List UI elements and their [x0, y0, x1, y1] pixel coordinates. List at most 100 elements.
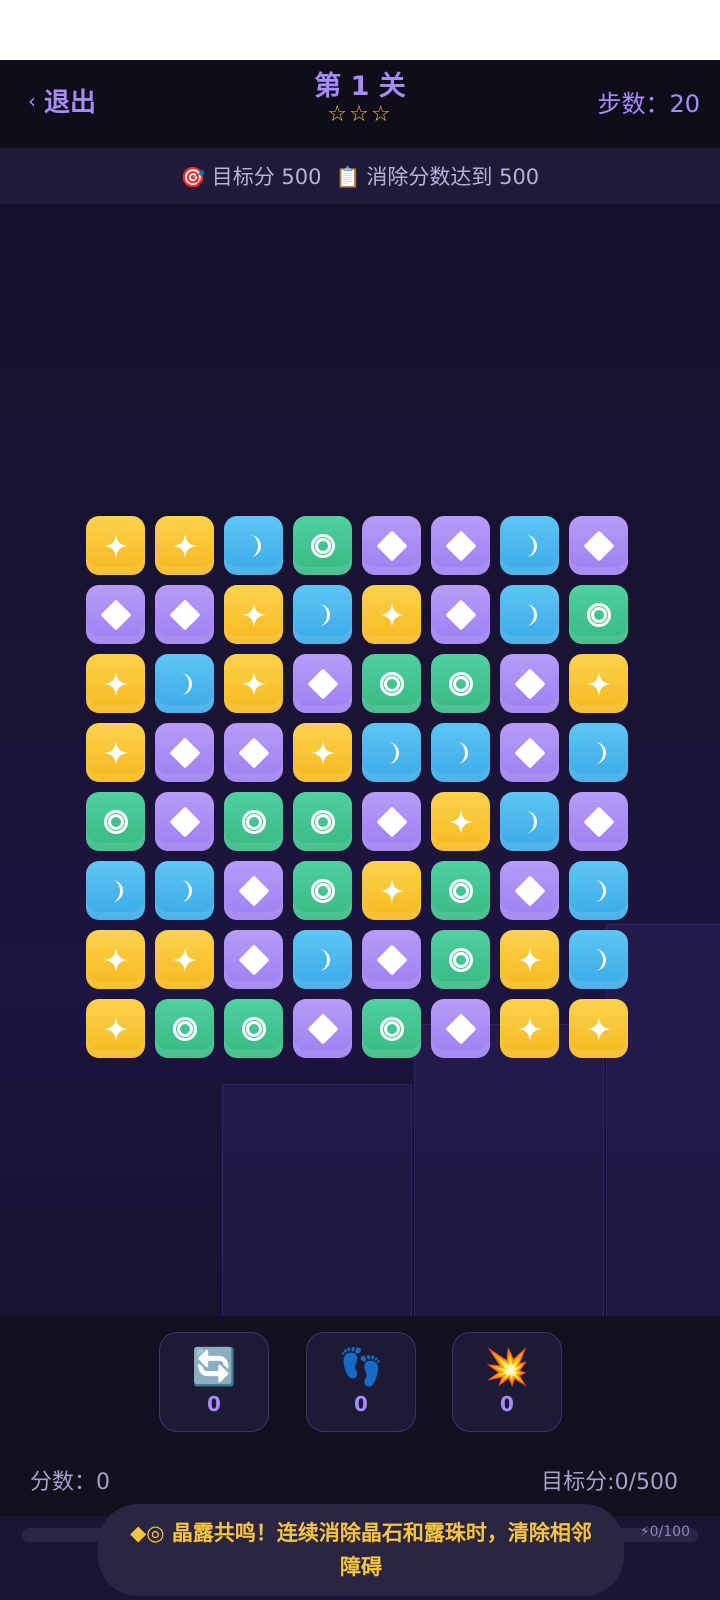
- gem-tile-moon[interactable]: [155, 861, 214, 920]
- diamond-icon: [306, 667, 339, 700]
- gem-tile-ring[interactable]: [293, 792, 352, 851]
- diamond-icon: [582, 529, 615, 562]
- gem-tile-diamond[interactable]: [431, 999, 490, 1058]
- moon-icon: [587, 878, 611, 904]
- gem-tile-star[interactable]: [86, 999, 145, 1058]
- gem-tile-moon[interactable]: [224, 516, 283, 575]
- ring-icon: [310, 533, 335, 558]
- gem-tile-star[interactable]: [569, 999, 628, 1058]
- background-building: [222, 1084, 412, 1316]
- gem-tile-moon[interactable]: [431, 723, 490, 782]
- gem-tile-diamond[interactable]: [362, 516, 421, 575]
- gem-tile-diamond[interactable]: [293, 999, 352, 1058]
- steps-counter: 步数：20: [597, 90, 700, 118]
- gem-tile-moon[interactable]: [293, 585, 352, 644]
- gem-tile-moon[interactable]: [569, 930, 628, 989]
- tool-bomb-button[interactable]: 💥 0: [452, 1332, 562, 1432]
- gem-tile-star[interactable]: [86, 654, 145, 713]
- diamond-icon: [99, 598, 132, 631]
- gem-tile-star[interactable]: [86, 723, 145, 782]
- ring-icon: [310, 878, 335, 903]
- diamond-icon: [513, 667, 546, 700]
- diamond-icon: [306, 1012, 339, 1045]
- diamond-icon: [582, 805, 615, 838]
- goal-task-text: 消除分数达到 500: [366, 165, 540, 189]
- gem-tile-star[interactable]: [500, 930, 559, 989]
- gem-tile-ring[interactable]: [155, 999, 214, 1058]
- gem-tile-diamond[interactable]: [155, 792, 214, 851]
- gem-tile-diamond[interactable]: [155, 585, 214, 644]
- gem-tile-moon[interactable]: [500, 585, 559, 644]
- sparkle-icon: [310, 740, 336, 766]
- gem-tile-star[interactable]: [431, 792, 490, 851]
- sparkle-icon: [103, 1016, 129, 1042]
- gem-tile-moon[interactable]: [155, 654, 214, 713]
- gem-tile-diamond[interactable]: [500, 654, 559, 713]
- gem-tile-diamond[interactable]: [500, 723, 559, 782]
- sparkle-icon: [241, 602, 267, 628]
- gem-tile-moon[interactable]: [86, 861, 145, 920]
- goal-task: 📋 消除分数达到 500: [336, 161, 540, 191]
- gem-tile-diamond[interactable]: [155, 723, 214, 782]
- diamond-icon: [237, 736, 270, 769]
- moon-icon: [518, 602, 542, 628]
- gem-tile-diamond[interactable]: [569, 516, 628, 575]
- moon-icon: [518, 809, 542, 835]
- gem-tile-star[interactable]: [293, 723, 352, 782]
- gem-tile-diamond[interactable]: [86, 585, 145, 644]
- diamond-icon: [168, 736, 201, 769]
- gem-tile-moon[interactable]: [500, 516, 559, 575]
- gem-tile-ring[interactable]: [431, 654, 490, 713]
- sparkle-icon: [379, 878, 405, 904]
- diamond-icon: [168, 598, 201, 631]
- tool-count: 0: [500, 1392, 514, 1416]
- gem-tile-moon[interactable]: [569, 861, 628, 920]
- moon-icon: [173, 671, 197, 697]
- gem-tile-diamond[interactable]: [500, 861, 559, 920]
- gem-tile-ring[interactable]: [293, 861, 352, 920]
- gem-tile-ring[interactable]: [224, 999, 283, 1058]
- gem-tile-ring[interactable]: [431, 930, 490, 989]
- gem-tile-star[interactable]: [362, 861, 421, 920]
- gem-tile-moon[interactable]: [569, 723, 628, 782]
- gem-tile-star[interactable]: [86, 930, 145, 989]
- gem-tile-star[interactable]: [155, 930, 214, 989]
- sparkle-icon: [103, 947, 129, 973]
- gem-tile-moon[interactable]: [362, 723, 421, 782]
- gem-tile-diamond[interactable]: [362, 930, 421, 989]
- gem-tile-star[interactable]: [362, 585, 421, 644]
- gem-tile-diamond[interactable]: [431, 585, 490, 644]
- diamond-icon: [237, 943, 270, 976]
- gem-tile-star[interactable]: [155, 516, 214, 575]
- gem-tile-diamond[interactable]: [569, 792, 628, 851]
- tool-steps-button[interactable]: 👣 0: [306, 1332, 416, 1432]
- gem-tile-ring[interactable]: [569, 585, 628, 644]
- gem-tile-star[interactable]: [224, 585, 283, 644]
- gem-tile-ring[interactable]: [431, 861, 490, 920]
- gem-tile-ring[interactable]: [86, 792, 145, 851]
- gem-tile-diamond[interactable]: [224, 930, 283, 989]
- gem-tile-diamond[interactable]: [293, 654, 352, 713]
- diamond-icon: [444, 529, 477, 562]
- gem-tile-star[interactable]: [86, 516, 145, 575]
- gem-tile-ring[interactable]: [224, 792, 283, 851]
- tool-shuffle-button[interactable]: 🔄 0: [159, 1332, 269, 1432]
- goal-target: 🎯 目标分 500: [181, 161, 322, 191]
- gem-tile-diamond[interactable]: [362, 792, 421, 851]
- gem-tile-moon[interactable]: [500, 792, 559, 851]
- gem-tile-star[interactable]: [569, 654, 628, 713]
- gem-tile-star[interactable]: [500, 999, 559, 1058]
- gem-tile-moon[interactable]: [293, 930, 352, 989]
- gem-tile-ring[interactable]: [362, 654, 421, 713]
- gem-tile-star[interactable]: [224, 654, 283, 713]
- ring-icon: [586, 602, 611, 627]
- tool-count: 0: [354, 1392, 368, 1416]
- gem-tile-ring[interactable]: [293, 516, 352, 575]
- moon-icon: [518, 533, 542, 559]
- gem-tile-diamond[interactable]: [224, 723, 283, 782]
- gem-tile-diamond[interactable]: [431, 516, 490, 575]
- status-bar-area: [0, 0, 720, 60]
- ring-icon: [448, 878, 473, 903]
- gem-tile-diamond[interactable]: [224, 861, 283, 920]
- gem-tile-ring[interactable]: [362, 999, 421, 1058]
